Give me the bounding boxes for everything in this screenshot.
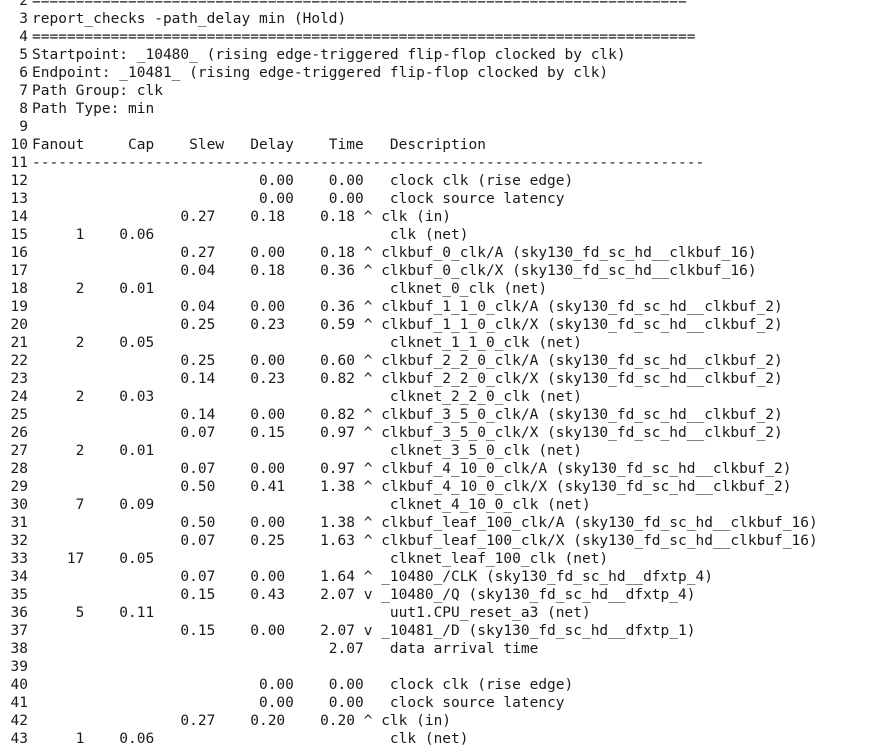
code-line[interactable]: 1 0.06 clk (net): [32, 730, 890, 748]
line-number: 2: [19, 0, 28, 9]
line-number: 21: [10, 335, 28, 351]
code-line[interactable]: 2 0.01 clknet_3_5_0_clk (net): [32, 442, 890, 460]
code-line[interactable]: 0.07 0.15 0.97 ^ clkbuf_3_5_0_clk/X (sky…: [32, 424, 890, 442]
line-number: 5: [19, 47, 28, 63]
line-number: 6: [19, 65, 28, 81]
code-line[interactable]: 0.14 0.00 0.82 ^ clkbuf_3_5_0_clk/A (sky…: [32, 406, 890, 424]
code-line[interactable]: ========================================…: [32, 0, 890, 10]
line-number: 13: [10, 191, 28, 207]
code-line[interactable]: report_checks -path_delay min (Hold): [32, 10, 890, 28]
line-number: 17: [10, 263, 28, 279]
code-line[interactable]: 2 0.01 clknet_0_clk (net): [32, 280, 890, 298]
code-line[interactable]: 0.07 0.00 0.97 ^ clkbuf_4_10_0_clk/A (sk…: [32, 460, 890, 478]
code-line[interactable]: [32, 118, 890, 136]
code-line[interactable]: 0.25 0.23 0.59 ^ clkbuf_1_1_0_clk/X (sky…: [32, 316, 890, 334]
code-line[interactable]: 0.27 0.18 0.18 ^ clk (in): [32, 208, 890, 226]
code-line[interactable]: 0.00 0.00 clock source latency: [32, 190, 890, 208]
code-line[interactable]: 2 0.03 clknet_2_2_0_clk (net): [32, 388, 890, 406]
code-line[interactable]: 17 0.05 clknet_leaf_100_clk (net): [32, 550, 890, 568]
line-number: 30: [10, 497, 28, 513]
line-number: 35: [10, 587, 28, 603]
line-number: 20: [10, 317, 28, 333]
line-number: 4: [19, 29, 28, 45]
code-line[interactable]: 0.15 0.43 2.07 v _10480_/Q (sky130_fd_sc…: [32, 586, 890, 604]
line-number-gutter: 2 3 4 5 6 7 8 9 10 11 12 13 14 15 16 17 18 19 20 21 22 23 24 25…: [0, 0, 30, 752]
line-number: 27: [10, 443, 28, 459]
code-line[interactable]: 0.00 0.00 clock source latency: [32, 694, 890, 712]
code-line[interactable]: Fanout Cap Slew Delay Time Description: [32, 136, 890, 154]
line-number: 25: [10, 407, 28, 423]
line-number: 43: [10, 731, 28, 747]
line-number: 19: [10, 299, 28, 315]
code-line[interactable]: 2 0.05 clknet_1_1_0_clk (net): [32, 334, 890, 352]
code-line[interactable]: 0.50 0.00 1.38 ^ clkbuf_leaf_100_clk/A (…: [32, 514, 890, 532]
line-number: 14: [10, 209, 28, 225]
code-line[interactable]: Startpoint: _10480_ (rising edge-trigger…: [32, 46, 890, 64]
code-line[interactable]: ========================================…: [32, 28, 890, 46]
code-line[interactable]: 5 0.11 uut1.CPU_reset_a3 (net): [32, 604, 890, 622]
code-line[interactable]: 0.00 0.00 clock clk (rise edge): [32, 676, 890, 694]
line-number: 22: [10, 353, 28, 369]
code-line[interactable]: [32, 658, 890, 676]
line-number: 24: [10, 389, 28, 405]
line-number: 28: [10, 461, 28, 477]
text-editor[interactable]: 2 3 4 5 6 7 8 9 10 11 12 13 14 15 16 17 18 19 20 21 22 23 24 25…: [0, 0, 890, 752]
code-line[interactable]: 0.07 0.25 1.63 ^ clkbuf_leaf_100_clk/X (…: [32, 532, 890, 550]
line-number: 38: [10, 641, 28, 657]
code-line[interactable]: 0.27 0.20 0.20 ^ clk (in): [32, 712, 890, 730]
line-number: 7: [19, 83, 28, 99]
line-number: 42: [10, 713, 28, 729]
line-number: 8: [19, 101, 28, 117]
line-number: 36: [10, 605, 28, 621]
line-number: 26: [10, 425, 28, 441]
code-line[interactable]: 0.25 0.00 0.60 ^ clkbuf_2_2_0_clk/A (sky…: [32, 352, 890, 370]
line-number: 3: [19, 11, 28, 27]
code-line[interactable]: ----------------------------------------…: [32, 154, 890, 172]
line-number: 41: [10, 695, 28, 711]
line-number: 31: [10, 515, 28, 531]
line-number: 10: [10, 137, 28, 153]
code-line[interactable]: 0.50 0.41 1.38 ^ clkbuf_4_10_0_clk/X (sk…: [32, 478, 890, 496]
code-line[interactable]: 7 0.09 clknet_4_10_0_clk (net): [32, 496, 890, 514]
line-number: 37: [10, 623, 28, 639]
line-number: 18: [10, 281, 28, 297]
line-number: 29: [10, 479, 28, 495]
code-line[interactable]: 0.15 0.00 2.07 v _10481_/D (sky130_fd_sc…: [32, 622, 890, 640]
line-number: 11: [10, 155, 28, 171]
line-number: 33: [10, 551, 28, 567]
code-line[interactable]: Path Group: clk: [32, 82, 890, 100]
code-line[interactable]: 0.14 0.23 0.82 ^ clkbuf_2_2_0_clk/X (sky…: [32, 370, 890, 388]
line-number: 39: [10, 659, 28, 675]
line-number: 16: [10, 245, 28, 261]
code-area[interactable]: ========================================…: [32, 0, 890, 748]
code-line[interactable]: 0.04 0.00 0.36 ^ clkbuf_1_1_0_clk/A (sky…: [32, 298, 890, 316]
code-line[interactable]: 2.07 data arrival time: [32, 640, 890, 658]
line-number: 9: [19, 119, 28, 135]
code-line[interactable]: 0.27 0.00 0.18 ^ clkbuf_0_clk/A (sky130_…: [32, 244, 890, 262]
code-line[interactable]: Path Type: min: [32, 100, 890, 118]
line-number: 40: [10, 677, 28, 693]
line-number: 32: [10, 533, 28, 549]
code-line[interactable]: 1 0.06 clk (net): [32, 226, 890, 244]
code-line[interactable]: Endpoint: _10481_ (rising edge-triggered…: [32, 64, 890, 82]
code-line[interactable]: 0.04 0.18 0.36 ^ clkbuf_0_clk/X (sky130_…: [32, 262, 890, 280]
line-number: 34: [10, 569, 28, 585]
line-number: 23: [10, 371, 28, 387]
code-line[interactable]: 0.07 0.00 1.64 ^ _10480_/CLK (sky130_fd_…: [32, 568, 890, 586]
line-number: 12: [10, 173, 28, 189]
line-number: 15: [10, 227, 28, 243]
code-line[interactable]: 0.00 0.00 clock clk (rise edge): [32, 172, 890, 190]
